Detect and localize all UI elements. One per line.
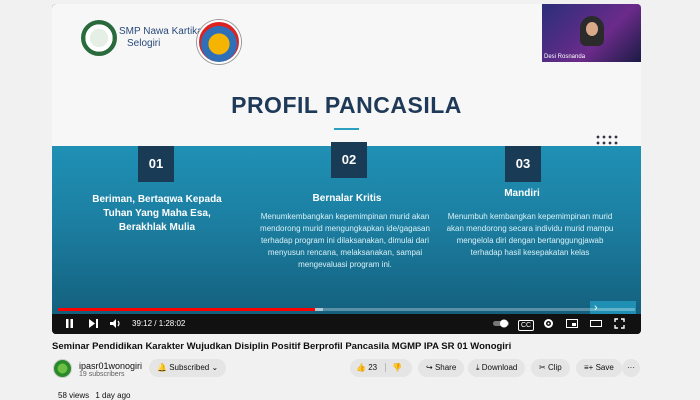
- presenter-webcam: Desi Rosnanda: [542, 4, 641, 62]
- clip-label: Clip: [547, 363, 562, 372]
- progress-bar[interactable]: [58, 308, 635, 311]
- save-label: Save: [595, 363, 614, 372]
- autoplay-toggle[interactable]: [492, 318, 510, 333]
- autoplay-toggle-icon: [493, 319, 509, 328]
- dislike-button[interactable]: 👎: [385, 363, 403, 372]
- theater-mode-button[interactable]: [590, 318, 602, 333]
- share-label: Share: [434, 363, 457, 372]
- column-body-3: Menumbuh kembangkan kepemimpinan murid a…: [446, 212, 614, 257]
- upload-age: 1 day ago: [95, 391, 131, 400]
- title-divider: [334, 128, 359, 130]
- download-label: Download: [481, 363, 518, 372]
- progress-played: [58, 308, 315, 311]
- subtitles-button[interactable]: CC: [518, 320, 535, 331]
- fullscreen-icon: [614, 318, 625, 329]
- save-button[interactable]: ≡+ Save: [576, 359, 622, 377]
- more-actions-button[interactable]: ···: [622, 359, 640, 377]
- school-name-line1: SMP Nawa Kartika: [119, 26, 203, 37]
- scissors-icon: ✂: [539, 363, 546, 372]
- volume-button[interactable]: [110, 318, 122, 333]
- gear-icon: [544, 319, 553, 328]
- like-button[interactable]: 👍 23: [356, 363, 377, 372]
- like-count: 23: [368, 363, 378, 372]
- presenter-face: [586, 22, 598, 36]
- video-player[interactable]: SMP Nawa Kartika Selogiri PROFIL PANCASI…: [52, 4, 641, 334]
- column-number-1: 01: [138, 146, 174, 182]
- channel-name[interactable]: ipasr01wonogiri: [79, 361, 142, 371]
- slide-title: PROFIL PANCASILA: [231, 92, 462, 118]
- video-meta: 58 views 1 day ago: [58, 391, 131, 400]
- subscriber-count: 19 subscribers: [79, 371, 125, 378]
- video-title: Seminar Pendidikan Karakter Wujudkan Dis…: [52, 341, 512, 352]
- view-count: 58 views: [58, 391, 90, 400]
- time-display: 39:12 / 1:28:02: [132, 319, 186, 328]
- column-number-2: 02: [331, 142, 367, 178]
- add-to-playlist-icon: ≡+: [584, 363, 594, 372]
- fullscreen-button[interactable]: [614, 318, 625, 333]
- download-button[interactable]: ⤓ Download: [468, 359, 526, 377]
- pause-button[interactable]: [64, 318, 75, 333]
- download-icon: ⤓: [476, 363, 480, 372]
- column-heading-3: Mandiri: [504, 188, 540, 199]
- pause-icon: [66, 319, 73, 328]
- volume-icon: [110, 319, 120, 328]
- thumbs-up-icon: 👍: [356, 363, 366, 372]
- miniplayer-button[interactable]: [566, 318, 578, 333]
- thumbs-down-icon: 👎: [392, 363, 403, 372]
- bell-icon: 🔔: [157, 363, 167, 372]
- clip-button[interactable]: ✂ Clip: [531, 359, 570, 377]
- miniplayer-icon: [566, 319, 578, 328]
- skip-next-icon: [89, 319, 98, 328]
- presenter-name: Desi Rosnanda: [544, 54, 586, 60]
- column-heading-1: Beriman, Bertaqwa Kepada Tuhan Yang Maha…: [92, 194, 222, 233]
- youtube-watch-page: SMP Nawa Kartika Selogiri PROFIL PANCASI…: [0, 0, 700, 400]
- settings-button[interactable]: [543, 318, 554, 333]
- share-icon: ↪: [426, 363, 433, 372]
- disiplin-positif-badge-logo: [197, 20, 241, 64]
- theater-icon: [590, 320, 602, 327]
- school-name: SMP Nawa Kartika Selogiri: [119, 26, 203, 50]
- column-number-3: 03: [505, 146, 541, 182]
- channel-avatar[interactable]: [53, 359, 72, 378]
- school-name-line2: Selogiri: [127, 38, 161, 49]
- like-dislike-group: 👍 23 👎: [350, 359, 412, 377]
- share-button[interactable]: ↪ Share: [418, 359, 465, 377]
- chevron-down-icon: ⌄: [211, 363, 219, 372]
- presentation-slide: SMP Nawa Kartika Selogiri PROFIL PANCASI…: [52, 4, 641, 314]
- column-body-2: Menumkembangkan kepemimpinan murid akan …: [260, 212, 430, 269]
- column-heading-2: Bernalar Kritis: [312, 193, 382, 204]
- next-video-button[interactable]: [88, 318, 99, 333]
- subscribed-label: Subscribed: [169, 363, 210, 372]
- subscribed-button[interactable]: 🔔 Subscribed ⌄: [149, 359, 227, 377]
- school-seal-logo: [81, 20, 117, 56]
